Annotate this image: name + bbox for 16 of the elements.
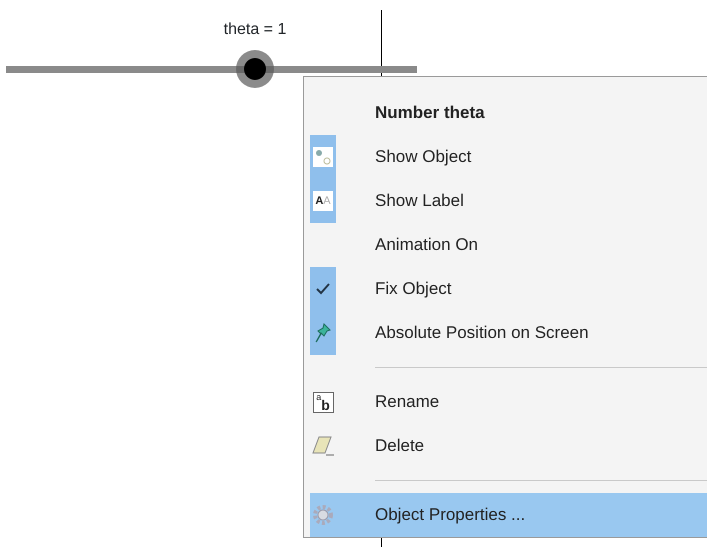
menu-item[interactable]: Fix Object <box>310 267 707 311</box>
menu-item[interactable]: Animation On <box>310 223 707 267</box>
menu-item[interactable]: Delete <box>310 424 707 468</box>
menu-title: Number theta <box>374 102 486 124</box>
eraser-icon <box>311 435 335 457</box>
slider-label: theta = 1 <box>224 20 286 40</box>
slider-thumb[interactable] <box>236 50 274 88</box>
menu-item[interactable]: AA Show Label <box>310 179 707 223</box>
points-icon <box>313 147 333 167</box>
menu-item[interactable]: Object Properties ... <box>310 493 707 537</box>
label-icon: AA <box>313 191 333 211</box>
gear-icon <box>312 504 334 526</box>
menu-item[interactable]: Show Object <box>310 135 707 179</box>
pin-icon <box>314 322 332 344</box>
check-icon <box>315 282 331 296</box>
menu-item[interactable]: Absolute Position on Screen <box>310 311 707 355</box>
